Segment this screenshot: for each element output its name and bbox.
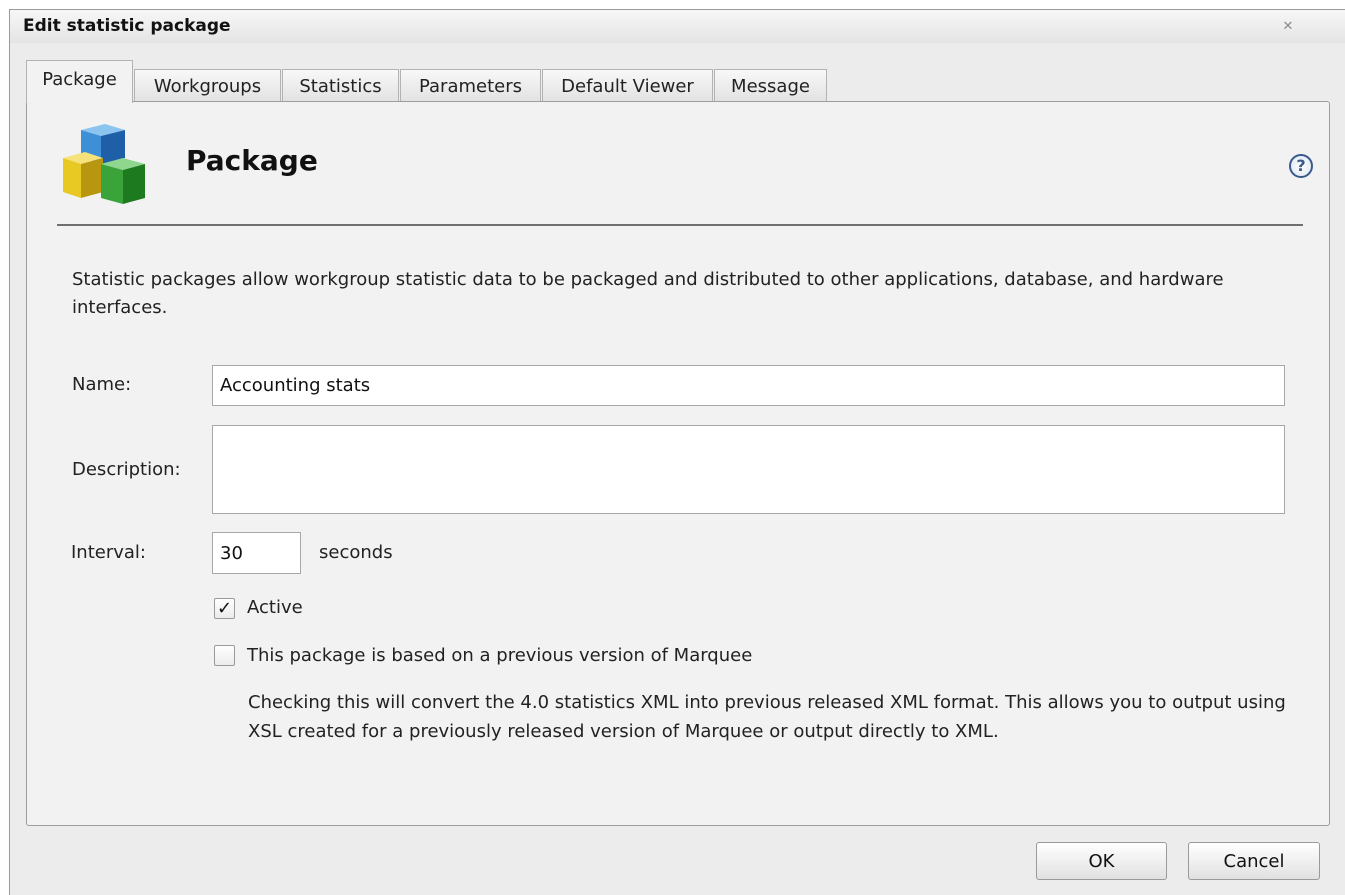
ok-button[interactable]: OK	[1036, 842, 1167, 880]
legacy-version-help: Checking this will convert the 4.0 stati…	[248, 692, 1286, 742]
legacy-version-checkbox[interactable]	[214, 645, 235, 666]
description-label: Description:	[72, 459, 181, 480]
name-label: Name:	[72, 374, 132, 395]
intro-text: Statistic packages allow workgroup stati…	[72, 269, 1224, 318]
tab-workgroups[interactable]: Workgroups	[134, 69, 281, 102]
cancel-button[interactable]: Cancel	[1188, 842, 1320, 880]
active-checkbox[interactable]: ✓	[214, 598, 235, 619]
header-divider	[57, 224, 1303, 226]
tab-message[interactable]: Message	[714, 69, 827, 102]
help-icon[interactable]: ?	[1289, 154, 1313, 178]
title-bar: Edit statistic package ✕	[10, 10, 1345, 43]
interval-unit-label: seconds	[319, 542, 393, 563]
active-label: Active	[247, 597, 303, 618]
interval-input[interactable]	[212, 532, 301, 574]
close-icon[interactable]: ✕	[1280, 19, 1296, 35]
name-input[interactable]	[212, 365, 1285, 406]
edit-statistic-package-dialog: Edit statistic package ✕ Package Workgro…	[9, 9, 1345, 895]
tab-parameters[interactable]: Parameters	[400, 69, 541, 102]
legacy-version-label: This package is based on a previous vers…	[247, 645, 753, 666]
panel-title: Package	[186, 144, 318, 177]
package-panel: Package ? Statistic packages allow workg…	[26, 101, 1330, 826]
package-cubes-icon	[57, 124, 149, 208]
dialog-title: Edit statistic package	[23, 16, 231, 36]
tab-default-viewer[interactable]: Default Viewer	[542, 69, 713, 102]
interval-label: Interval:	[71, 542, 146, 563]
tab-statistics[interactable]: Statistics	[282, 69, 399, 102]
description-input[interactable]	[212, 425, 1285, 514]
tab-package[interactable]: Package	[26, 60, 133, 103]
